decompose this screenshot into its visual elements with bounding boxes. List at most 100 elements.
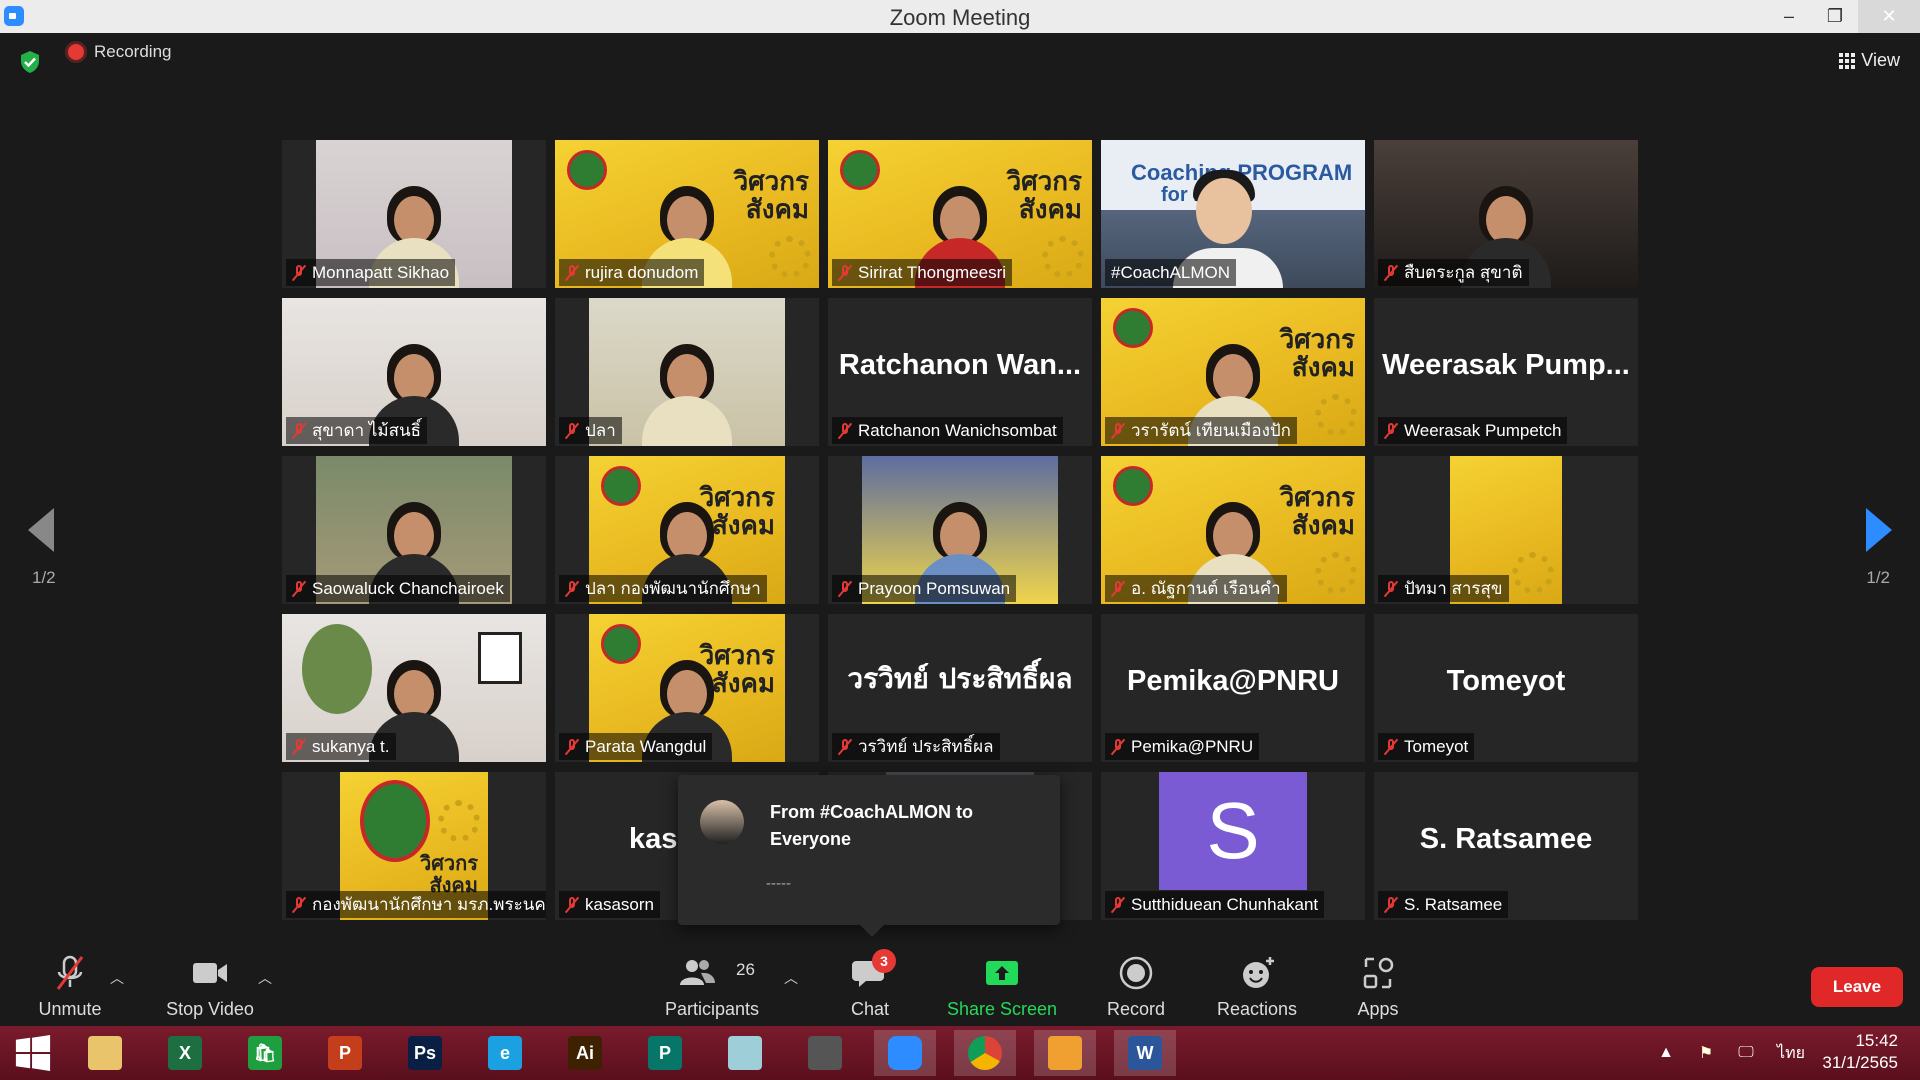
participant-name: #CoachALMON bbox=[1111, 262, 1231, 282]
participant-nameplate: วรวิทย์ ประสิทธิ์ผล bbox=[832, 733, 1000, 760]
participant-tile[interactable]: Prayoon Pomsuwan bbox=[828, 456, 1092, 604]
minimize-button[interactable]: – bbox=[1766, 0, 1812, 33]
record-button[interactable]: Record bbox=[1096, 944, 1176, 1026]
poster-text: วิศวกร สังคม bbox=[419, 851, 478, 897]
participant-tile[interactable]: S Sutthiduean Chunhakant bbox=[1101, 772, 1365, 920]
participants-options-caret-icon[interactable]: ︿ bbox=[784, 968, 798, 988]
participant-tile[interactable]: ปลา bbox=[555, 298, 819, 446]
recording-indicator[interactable]: Recording bbox=[68, 42, 172, 62]
taskbar-app-powerpoint[interactable]: P bbox=[314, 1030, 376, 1076]
participant-tile[interactable]: สุขาดา ไม้สนธิ์ bbox=[282, 298, 546, 446]
show-hidden-icons-caret-icon[interactable]: ▲ bbox=[1646, 1044, 1686, 1062]
prev-page-arrow-icon[interactable] bbox=[28, 508, 54, 552]
participant-display-name: Pemika@PNRU bbox=[1126, 664, 1340, 697]
university-seal-icon bbox=[567, 150, 607, 190]
taskbar-clock[interactable]: 15:42 31/1/2565 bbox=[1822, 1030, 1898, 1074]
mic-muted-icon bbox=[292, 422, 306, 440]
participant-tile[interactable]: Ratchanon Wan... Ratchanon Wanichsombat bbox=[828, 298, 1092, 446]
participant-tile[interactable]: S. Ratsamee S. Ratsamee bbox=[1374, 772, 1638, 920]
next-page-arrow-icon[interactable] bbox=[1866, 508, 1892, 552]
participant-name: Sirirat Thongmeesri bbox=[858, 262, 1007, 282]
taskbar-app-store[interactable]: 🛍 bbox=[234, 1030, 296, 1076]
taskbar-app-eraser[interactable] bbox=[714, 1030, 776, 1076]
input-language-indicator[interactable]: ไทย bbox=[1766, 1041, 1816, 1066]
eraser-icon bbox=[728, 1036, 762, 1070]
taskbar-app-folder[interactable] bbox=[74, 1030, 136, 1076]
participant-tile[interactable]: Saowaluck Chanchairoek bbox=[282, 456, 546, 604]
participant-tile[interactable]: วิศวกร สังคม กองพัฒนานักศึกษา มรภ.พระนคร bbox=[282, 772, 546, 920]
reactions-button[interactable]: Reactions bbox=[1212, 944, 1302, 1026]
participant-tile[interactable]: วิศวกร สังคม rujira donudom bbox=[555, 140, 819, 288]
video-options-caret-icon[interactable]: ︿ bbox=[258, 968, 272, 988]
taskbar-app-chrome[interactable] bbox=[954, 1030, 1016, 1076]
taskbar-app-video-app[interactable] bbox=[1034, 1030, 1096, 1076]
poster-text: วิศวกร สังคม bbox=[1006, 167, 1082, 225]
taskbar-app-word[interactable]: W bbox=[1114, 1030, 1176, 1076]
participant-tile[interactable]: วิศวกร สังคม Parata Wangdul bbox=[555, 614, 819, 762]
participant-name: Sutthiduean Chunhakant bbox=[1131, 894, 1319, 914]
taskbar-app-photoshop[interactable]: Ps bbox=[394, 1030, 456, 1076]
participant-display-name: Ratchanon Wan... bbox=[838, 348, 1082, 381]
mic-muted-icon bbox=[565, 738, 579, 756]
action-center-flag-icon[interactable]: ⚑ bbox=[1686, 1043, 1726, 1063]
university-seal-icon bbox=[601, 624, 641, 664]
mic-muted-icon bbox=[1111, 896, 1125, 914]
stop-video-button[interactable]: Stop Video bbox=[160, 944, 260, 1026]
taskbar-app-publisher[interactable]: P bbox=[634, 1030, 696, 1076]
participant-tile[interactable]: Pemika@PNRU Pemika@PNRU bbox=[1101, 614, 1365, 762]
participant-tile[interactable]: วิศวกร สังคม อ. ณัฐกานต์ เรือนคำ bbox=[1101, 456, 1365, 604]
windows-logo-icon bbox=[15, 1034, 51, 1072]
recording-dot-icon bbox=[68, 44, 84, 60]
network-icon[interactable]: 🖵 bbox=[1726, 1044, 1766, 1062]
gear-icon bbox=[769, 236, 811, 278]
participants-button[interactable]: 26 Participants bbox=[660, 944, 764, 1026]
participant-tile[interactable]: วิศวกร สังคม ปลา กองพัฒนานักศึกษา bbox=[555, 456, 819, 604]
chrome-icon bbox=[968, 1036, 1002, 1070]
video-camera-icon bbox=[193, 963, 227, 983]
gear-icon bbox=[1512, 552, 1554, 594]
mic-muted-icon bbox=[838, 738, 852, 756]
grid-view-icon bbox=[1839, 52, 1856, 69]
participants-icon bbox=[680, 960, 715, 985]
participant-tile[interactable]: วิศวกร สังคม Sirirat Thongmeesri bbox=[828, 140, 1092, 288]
university-seal-icon bbox=[1113, 466, 1153, 506]
participant-tile[interactable]: สืบตระกูล สุขาติ bbox=[1374, 140, 1638, 288]
participant-tile[interactable]: ปัทมา สารสุข bbox=[1374, 456, 1638, 604]
mic-muted-icon bbox=[1384, 580, 1398, 598]
chat-button[interactable]: 3 Chat bbox=[830, 944, 910, 1026]
participant-tile[interactable]: Weerasak Pump... Weerasak Pumpetch bbox=[1374, 298, 1638, 446]
participant-nameplate: Prayoon Pomsuwan bbox=[832, 575, 1017, 602]
close-button[interactable]: ✕ bbox=[1858, 0, 1920, 33]
taskbar-app-photoscape[interactable] bbox=[794, 1030, 856, 1076]
share-screen-button[interactable]: Share Screen bbox=[946, 944, 1058, 1026]
chat-message-text: ----- bbox=[766, 875, 791, 892]
unmute-button[interactable]: Unmute bbox=[28, 944, 112, 1026]
leave-meeting-button[interactable]: Leave bbox=[1811, 967, 1903, 1007]
taskbar-app-zoom[interactable] bbox=[874, 1030, 936, 1076]
participant-tile[interactable]: วรวิทย์ ประสิทธิ์ผล วรวิทย์ ประสิทธิ์ผล bbox=[828, 614, 1092, 762]
participant-display-name: S. Ratsamee bbox=[1419, 822, 1593, 855]
mic-muted-icon bbox=[1384, 264, 1398, 282]
participant-tile[interactable]: วิศวกร สังคม วรารัตน์ เทียนเมืองปัก bbox=[1101, 298, 1365, 446]
publisher-icon: P bbox=[648, 1036, 682, 1070]
unmute-label: Unmute bbox=[38, 999, 102, 1019]
apps-button[interactable]: Apps bbox=[1338, 944, 1418, 1026]
view-button[interactable]: View bbox=[1839, 50, 1900, 71]
security-shield-icon[interactable] bbox=[18, 50, 42, 74]
participant-tile[interactable]: sukanya t. bbox=[282, 614, 546, 762]
taskbar-app-ie[interactable]: e bbox=[474, 1030, 536, 1076]
participant-nameplate: Sirirat Thongmeesri bbox=[832, 259, 1013, 286]
participant-tile[interactable]: Tomeyot Tomeyot bbox=[1374, 614, 1638, 762]
restore-button[interactable]: ❐ bbox=[1812, 0, 1858, 33]
audio-options-caret-icon[interactable]: ︿ bbox=[110, 968, 124, 988]
active-speaker-tile[interactable]: Coaching PROGRAM for r #CoachALMON bbox=[1101, 140, 1365, 288]
view-label: View bbox=[1861, 50, 1900, 70]
chat-icon-wrapper: 3 bbox=[850, 949, 896, 993]
taskbar-app-illustrator[interactable]: Ai bbox=[554, 1030, 616, 1076]
participant-name: Parata Wangdul bbox=[585, 736, 707, 756]
windows-start-button[interactable] bbox=[2, 1030, 64, 1076]
participant-tile[interactable]: Monnapatt Sikhao bbox=[282, 140, 546, 288]
taskbar-app-excel[interactable]: X bbox=[154, 1030, 216, 1076]
participant-name: ปลา กองพัฒนานักศึกษา bbox=[585, 579, 761, 598]
chat-notification-popup[interactable]: From #CoachALMON to Everyone ----- bbox=[678, 775, 1060, 937]
